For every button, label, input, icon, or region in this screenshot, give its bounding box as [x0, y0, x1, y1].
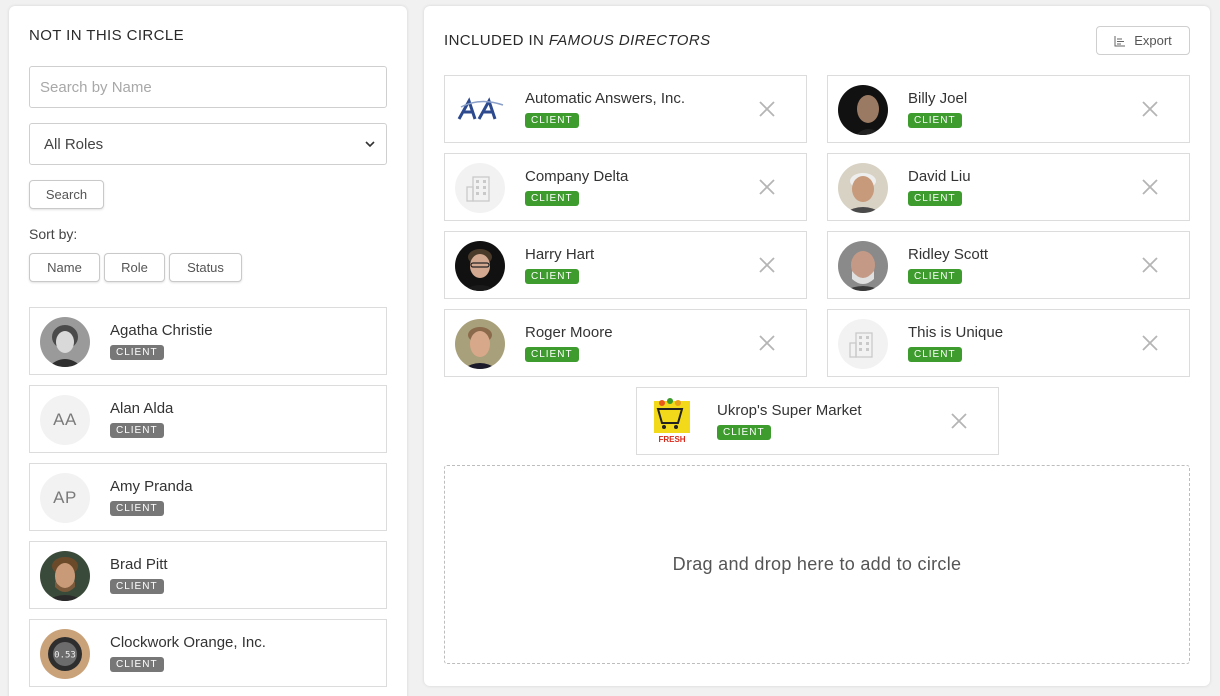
building-icon: [838, 319, 888, 369]
close-icon[interactable]: [758, 256, 776, 274]
included-in-circle-panel: INCLUDED IN FAMOUS DIRECTORS Export Auto…: [424, 6, 1210, 686]
status-badge: CLIENT: [525, 113, 579, 128]
person-card-agatha-christie[interactable]: Agatha Christie CLIENT: [29, 307, 387, 375]
avatar: [40, 551, 90, 601]
person-name: Brad Pitt: [110, 556, 168, 573]
building-icon: [455, 163, 505, 213]
person-name: Amy Pranda: [110, 478, 193, 495]
role-select[interactable]: All Roles: [29, 123, 387, 165]
person-card-amy-pranda[interactable]: AP Amy Pranda CLIENT: [29, 463, 387, 531]
close-icon[interactable]: [1141, 256, 1159, 274]
member-card-ridley-scott[interactable]: Ridley Scott CLIENT: [827, 231, 1190, 299]
member-name: Roger Moore: [525, 324, 613, 341]
status-badge: CLIENT: [110, 501, 164, 516]
member-name: Automatic Answers, Inc.: [525, 90, 686, 107]
person-card-brad-pitt[interactable]: Brad Pitt CLIENT: [29, 541, 387, 609]
search-input[interactable]: [29, 66, 387, 108]
panel-title: NOT IN THIS CIRCLE: [29, 27, 185, 44]
search-button[interactable]: Search: [29, 180, 104, 209]
close-icon[interactable]: [1141, 334, 1159, 352]
member-card-this-is-unique[interactable]: This is Unique CLIENT: [827, 309, 1190, 377]
status-badge: CLIENT: [908, 113, 962, 128]
company-logo: [455, 85, 505, 135]
status-badge: CLIENT: [908, 191, 962, 206]
avatar: [40, 317, 90, 367]
status-badge: CLIENT: [110, 345, 164, 360]
sort-status-button[interactable]: Status: [169, 253, 242, 282]
member-name: This is Unique: [908, 324, 1004, 341]
person-name: Alan Alda: [110, 400, 174, 417]
drop-zone[interactable]: Drag and drop here to add to circle: [444, 465, 1190, 664]
close-icon[interactable]: [758, 178, 776, 196]
avatar: [838, 85, 888, 135]
member-card-ukrops-super-market[interactable]: FRESH Ukrop's Super Market CLIENT: [636, 387, 999, 455]
member-card-company-delta[interactable]: Company Delta CLIENT: [444, 153, 807, 221]
chevron-down-icon: [365, 141, 375, 148]
member-card-harry-hart[interactable]: Harry Hart CLIENT: [444, 231, 807, 299]
status-badge: CLIENT: [110, 423, 164, 438]
status-badge: CLIENT: [908, 347, 962, 362]
watch-face-text: 0.53: [54, 651, 76, 661]
close-icon[interactable]: [950, 412, 968, 430]
role-select-value: All Roles: [44, 135, 104, 153]
member-card-billy-joel[interactable]: Billy Joel CLIENT: [827, 75, 1190, 143]
panel-title: INCLUDED IN FAMOUS DIRECTORS: [444, 32, 711, 49]
circle-name: FAMOUS DIRECTORS: [548, 32, 711, 49]
panel-title-prefix: INCLUDED IN: [444, 32, 549, 49]
company-logo: FRESH: [647, 397, 697, 447]
status-badge: CLIENT: [110, 579, 164, 594]
person-name: Clockwork Orange, Inc.: [110, 634, 266, 651]
status-badge: CLIENT: [525, 269, 579, 284]
status-badge: CLIENT: [525, 191, 579, 206]
member-name: Harry Hart: [525, 246, 595, 263]
avatar: AA: [40, 395, 90, 445]
not-in-circle-panel: NOT IN THIS CIRCLE All Roles Search Sort…: [9, 6, 407, 696]
avatar: [838, 241, 888, 291]
export-label: Export: [1134, 33, 1172, 48]
member-card-automatic-answers[interactable]: Automatic Answers, Inc. CLIENT: [444, 75, 807, 143]
sort-label: Sort by:: [29, 226, 78, 242]
status-badge: CLIENT: [908, 269, 962, 284]
export-icon: [1114, 35, 1126, 46]
close-icon[interactable]: [758, 334, 776, 352]
close-icon[interactable]: [1141, 178, 1159, 196]
close-icon[interactable]: [758, 100, 776, 118]
logo-text: FRESH: [658, 435, 685, 444]
avatar: [838, 163, 888, 213]
close-icon[interactable]: [1141, 100, 1159, 118]
member-card-roger-moore[interactable]: Roger Moore CLIENT: [444, 309, 807, 377]
sort-role-button[interactable]: Role: [104, 253, 165, 282]
drop-zone-text: Drag and drop here to add to circle: [672, 554, 962, 574]
status-badge: CLIENT: [525, 347, 579, 362]
status-badge: CLIENT: [717, 425, 771, 440]
member-name: Company Delta: [525, 168, 629, 185]
status-badge: CLIENT: [110, 657, 164, 672]
person-name: Agatha Christie: [110, 322, 213, 339]
person-card-alan-alda[interactable]: AA Alan Alda CLIENT: [29, 385, 387, 453]
avatar: [455, 241, 505, 291]
avatar: 0.53: [40, 629, 90, 679]
member-name: Billy Joel: [908, 90, 968, 107]
member-name: David Liu: [908, 168, 971, 185]
avatar: AP: [40, 473, 90, 523]
member-name: Ridley Scott: [908, 246, 989, 263]
person-card-clockwork-orange[interactable]: 0.53 Clockwork Orange, Inc. CLIENT: [29, 619, 387, 687]
avatar: [455, 319, 505, 369]
sort-name-button[interactable]: Name: [29, 253, 100, 282]
export-button[interactable]: Export: [1096, 26, 1190, 55]
member-name: Ukrop's Super Market: [717, 402, 862, 419]
member-card-david-liu[interactable]: David Liu CLIENT: [827, 153, 1190, 221]
